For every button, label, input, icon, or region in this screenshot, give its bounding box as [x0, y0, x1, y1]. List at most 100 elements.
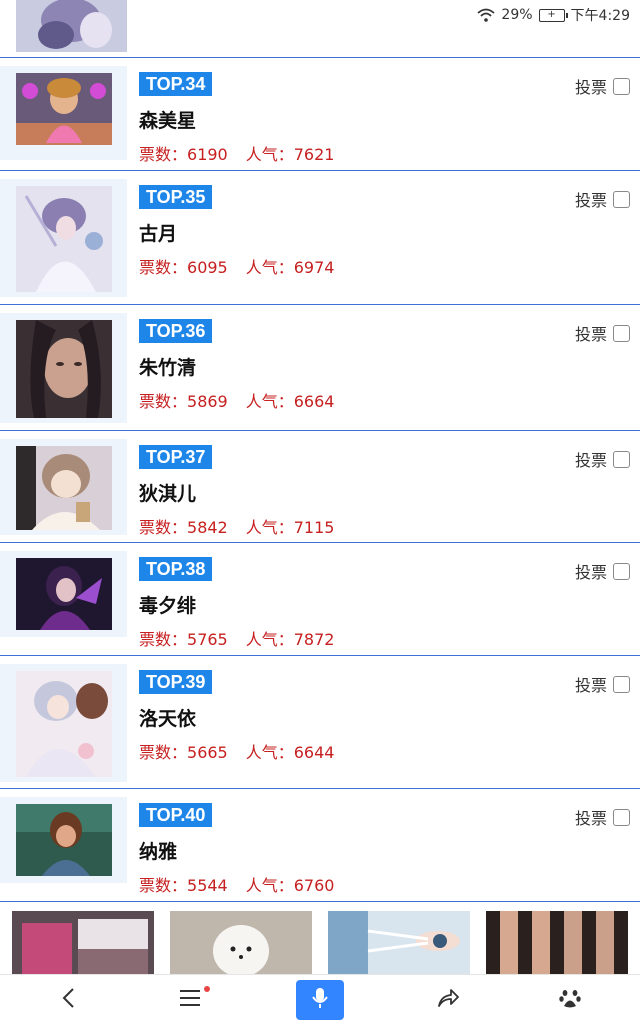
- thumbnail-frame: [0, 551, 127, 637]
- vote-checkbox[interactable]: [613, 675, 630, 693]
- popularity-count: 7621: [293, 145, 335, 164]
- list-item: TOP.40 纳雅 票数：5544 人气：6760 投票: [0, 789, 640, 901]
- character-name: 古月: [139, 223, 178, 245]
- character-thumbnail[interactable]: [16, 73, 112, 145]
- character-thumbnail[interactable]: [16, 558, 112, 630]
- votes-label: 票数：: [139, 743, 188, 762]
- vote-checkbox[interactable]: [613, 562, 630, 580]
- ad-image-store[interactable]: [12, 911, 154, 974]
- character-name: 纳雅: [139, 841, 178, 863]
- back-button[interactable]: [44, 980, 92, 1020]
- character-thumbnail[interactable]: [16, 671, 112, 777]
- popularity-count: 6974: [293, 258, 335, 277]
- popularity-label: 人气：: [245, 392, 294, 411]
- list-item: TOP.39 洛天依 票数：5665 人气：6644 投票: [0, 656, 640, 788]
- vote-label: 投票: [574, 325, 607, 344]
- thumbnail-frame: [0, 664, 127, 782]
- character-name: 朱竹清: [139, 357, 197, 379]
- vote-checkbox[interactable]: [613, 324, 630, 342]
- list-item: TOP.37 狄淇儿 票数：5842 人气：7115 投票: [0, 431, 640, 542]
- character-thumbnail[interactable]: [16, 186, 112, 292]
- vote-label: 投票: [574, 191, 607, 210]
- home-button[interactable]: [546, 980, 594, 1020]
- rank-badge: TOP.38: [139, 557, 213, 581]
- ad-image-puppy[interactable]: [170, 911, 312, 974]
- vote-control[interactable]: 投票: [575, 672, 630, 696]
- status-time: 下午4:29: [570, 8, 630, 24]
- character-name: 森美星: [139, 110, 197, 132]
- votes-count: 6095: [187, 258, 228, 277]
- votes-label: 票数：: [139, 876, 188, 895]
- vote-control[interactable]: 投票: [575, 805, 630, 829]
- bottom-navigation: [0, 974, 640, 1024]
- voice-search-button[interactable]: [296, 980, 344, 1020]
- rank-badge: TOP.37: [139, 445, 213, 469]
- vote-stats: 票数：5765 人气：7872: [139, 626, 334, 650]
- vote-stats: 票数：6190 人气：7621: [139, 141, 334, 165]
- rank-badge: TOP.35: [139, 185, 213, 209]
- votes-count: 5544: [187, 876, 228, 895]
- back-arrow-icon: [61, 987, 75, 1013]
- thumbnail-frame: [0, 439, 127, 535]
- character-name: 狄淇儿: [139, 483, 197, 505]
- popularity-count: 6760: [293, 876, 335, 895]
- popularity-label: 人气：: [245, 518, 294, 537]
- vote-label: 投票: [574, 78, 607, 97]
- vote-checkbox[interactable]: [613, 77, 630, 95]
- vote-label: 投票: [574, 563, 607, 582]
- notification-dot: [204, 986, 210, 992]
- popularity-label: 人气：: [245, 258, 294, 277]
- popularity-label: 人气：: [245, 743, 294, 762]
- vote-control[interactable]: 投票: [575, 559, 630, 583]
- rank-badge: TOP.40: [139, 803, 213, 827]
- votes-label: 票数：: [139, 518, 188, 537]
- vote-label: 投票: [574, 676, 607, 695]
- menu-button[interactable]: [166, 980, 214, 1020]
- vote-stats: 票数：6095 人气：6974: [139, 254, 334, 278]
- list-item: TOP.35 古月 票数：6095 人气：6974 投票: [0, 171, 640, 304]
- divider: [0, 901, 640, 902]
- partial-item-thumbnail[interactable]: [16, 0, 127, 52]
- votes-count: 6190: [187, 145, 228, 164]
- vote-stats: 票数：5665 人气：6644: [139, 739, 334, 763]
- vote-control[interactable]: 投票: [575, 447, 630, 471]
- rank-badge: TOP.36: [139, 319, 213, 343]
- vote-control[interactable]: 投票: [575, 74, 630, 98]
- popularity-label: 人气：: [245, 630, 294, 649]
- popularity-label: 人气：: [245, 145, 294, 164]
- character-thumbnail[interactable]: [16, 804, 112, 876]
- vote-checkbox[interactable]: [613, 808, 630, 826]
- vote-control[interactable]: 投票: [575, 321, 630, 345]
- vote-control[interactable]: 投票: [575, 187, 630, 211]
- votes-label: 票数：: [139, 630, 188, 649]
- ad-image-legs[interactable]: [486, 911, 628, 974]
- votes-label: 票数：: [139, 258, 188, 277]
- votes-count: 5842: [187, 518, 228, 537]
- popularity-label: 人气：: [245, 876, 294, 895]
- votes-count: 5765: [187, 630, 228, 649]
- vote-checkbox[interactable]: [613, 450, 630, 468]
- thumbnail-frame: [0, 797, 127, 883]
- character-name: 洛天依: [139, 708, 197, 730]
- character-thumbnail[interactable]: [16, 446, 112, 530]
- battery-icon: +: [538, 8, 568, 22]
- ad-image-eye[interactable]: [328, 911, 470, 974]
- rank-badge: TOP.39: [139, 670, 213, 694]
- popularity-count: 6644: [293, 743, 335, 762]
- vote-checkbox[interactable]: [613, 190, 630, 208]
- microphone-icon: [312, 987, 328, 1013]
- menu-icon: [179, 989, 201, 1011]
- share-icon: [437, 988, 459, 1012]
- votes-label: 票数：: [139, 392, 188, 411]
- battery-percent: 29%: [501, 7, 533, 23]
- character-name: 毒夕绯: [139, 595, 197, 617]
- vote-label: 投票: [574, 809, 607, 828]
- votes-count: 5869: [187, 392, 228, 411]
- votes-label: 票数：: [139, 145, 188, 164]
- vote-stats: 票数：5869 人气：6664: [139, 388, 334, 412]
- thumbnail-frame: [0, 66, 127, 160]
- popularity-count: 7115: [293, 518, 335, 537]
- character-thumbnail[interactable]: [16, 320, 112, 418]
- vote-stats: 票数：5842 人气：7115: [139, 514, 334, 538]
- share-button[interactable]: [424, 980, 472, 1020]
